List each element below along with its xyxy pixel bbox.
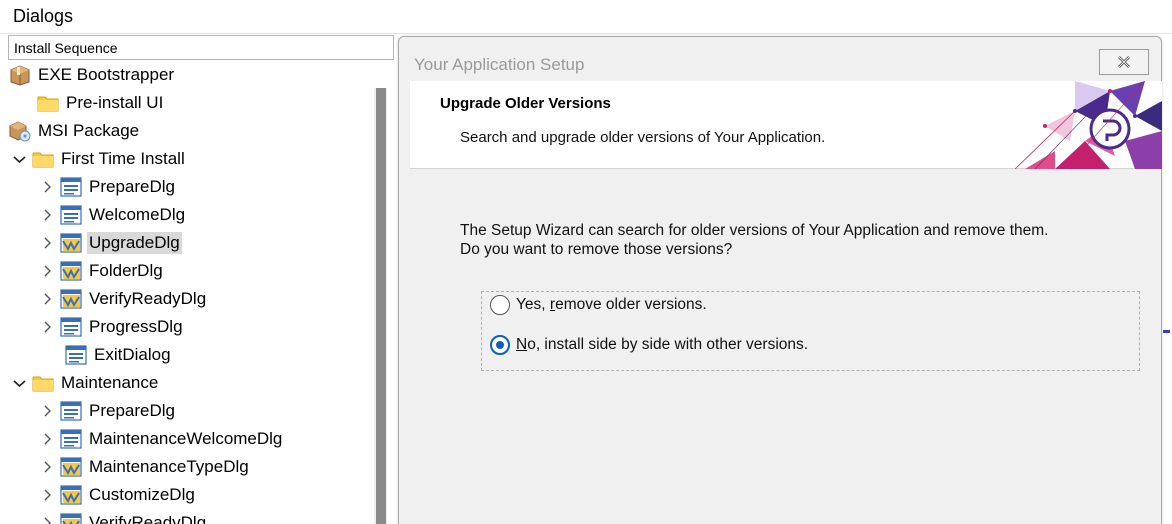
- tree-item[interactable]: EXE Bootstrapper: [8, 62, 176, 88]
- tree-item[interactable]: MSI Package: [8, 118, 141, 144]
- page-title: Dialogs: [13, 6, 74, 26]
- tree-item[interactable]: PrepareDlg: [40, 398, 177, 424]
- tree-item-label: Maintenance: [61, 373, 159, 392]
- dialog-icon: [59, 400, 83, 422]
- chevron-right-icon[interactable]: [40, 230, 54, 256]
- chevron-right-icon[interactable]: [40, 286, 54, 312]
- banner-logo-graphic: [1015, 81, 1162, 169]
- sequence-selector[interactable]: Install Sequence: [8, 35, 394, 60]
- tree-scrollbar-thumb[interactable]: [376, 88, 386, 524]
- tree-item-label: CustomizeDlg: [89, 485, 195, 504]
- tree-item-label: First Time Install: [61, 149, 185, 168]
- tree-item-label: EXE Bootstrapper: [38, 65, 175, 84]
- radio-button[interactable]: [490, 295, 510, 315]
- tree-item-label: Pre-install UI: [66, 93, 164, 112]
- tree-item[interactable]: ProgressDlg: [40, 314, 185, 340]
- chevron-down-icon[interactable]: [12, 370, 26, 396]
- dialog-icon: [59, 316, 83, 338]
- custom-dialog-icon: [59, 484, 83, 506]
- tree-item-label: PrepareDlg: [89, 401, 175, 420]
- close-icon: [1118, 56, 1130, 68]
- tree-item-label: VerifyReadyDlg: [89, 513, 207, 524]
- radio-button[interactable]: [490, 335, 510, 355]
- option-label: No, install side by side with other vers…: [516, 336, 808, 354]
- tree-item[interactable]: PrepareDlg: [40, 174, 177, 200]
- dialog-icon: [64, 344, 88, 366]
- tree-item-label: UpgradeDlg: [87, 232, 182, 254]
- chevron-right-icon[interactable]: [40, 174, 54, 200]
- tree-item[interactable]: VerifyReadyDlg: [40, 510, 208, 524]
- tree-item-label: MSI Package: [38, 121, 140, 140]
- description-line-1: The Setup Wizard can search for older ve…: [460, 222, 1049, 239]
- folder-icon: [36, 92, 60, 114]
- custom-dialog-icon: [59, 512, 83, 524]
- folder-icon: [31, 148, 55, 170]
- chevron-right-icon[interactable]: [40, 426, 54, 452]
- description-line-2: Do you want to remove those versions?: [460, 241, 733, 258]
- chevron-right-icon[interactable]: [40, 258, 54, 284]
- tree-item[interactable]: UpgradeDlg: [40, 230, 182, 256]
- tree-item[interactable]: First Time Install: [12, 146, 187, 172]
- tree-item-label: FolderDlg: [89, 261, 163, 280]
- header-divider: [0, 33, 1172, 34]
- tree-item[interactable]: MaintenanceTypeDlg: [40, 454, 251, 480]
- tree-item-label: PrepareDlg: [89, 177, 175, 196]
- tree-item[interactable]: Pre-install UI: [36, 90, 165, 116]
- chevron-right-icon[interactable]: [40, 398, 54, 424]
- dialog-tree: EXE Bootstrapper Pre-install UI MSI Packag…: [8, 62, 374, 524]
- custom-dialog-icon: [59, 456, 83, 478]
- option-label: Yes, remove older versions.: [516, 296, 707, 314]
- tree-item-label: VerifyReadyDlg: [89, 289, 207, 308]
- msi-package-icon: [8, 120, 32, 142]
- tree-item[interactable]: WelcomeDlg: [40, 202, 187, 228]
- dialog-icon: [59, 176, 83, 198]
- dialog-icon: [59, 428, 83, 450]
- tree-item-label: WelcomeDlg: [89, 205, 186, 224]
- folder-icon: [31, 372, 55, 394]
- dialog-title: Your Application Setup: [414, 55, 585, 74]
- custom-dialog-icon: [59, 260, 83, 282]
- custom-dialog-icon: [59, 288, 83, 310]
- package-icon: [8, 64, 32, 86]
- tree-item[interactable]: MaintenanceWelcomeDlg: [40, 426, 284, 452]
- tree-item[interactable]: CustomizeDlg: [40, 482, 197, 508]
- chevron-down-icon[interactable]: [12, 146, 26, 172]
- option-remove-older[interactable]: Yes, remove older versions.: [490, 295, 707, 315]
- dialog-description: The Setup Wizard can search for older ve…: [460, 221, 1048, 259]
- edge-marker: [1163, 330, 1170, 333]
- dialog-icon: [59, 204, 83, 226]
- tree-item-label: MaintenanceWelcomeDlg: [89, 429, 283, 448]
- chevron-right-icon[interactable]: [40, 454, 54, 480]
- custom-dialog-icon: [59, 232, 83, 254]
- option-label-suffix: o, install side by side with other versi…: [527, 336, 809, 353]
- tree-item-label: ExitDialog: [94, 345, 171, 364]
- chevron-right-icon[interactable]: [40, 510, 54, 524]
- chevron-right-icon[interactable]: [40, 202, 54, 228]
- tree-item-label: ProgressDlg: [89, 317, 183, 336]
- tree-item[interactable]: VerifyReadyDlg: [40, 286, 208, 312]
- tree-item[interactable]: FolderDlg: [40, 258, 165, 284]
- chevron-right-icon[interactable]: [40, 482, 54, 508]
- option-side-by-side[interactable]: No, install side by side with other vers…: [490, 335, 808, 355]
- dialog-preview: Your Application Setup Upgrade Older Ver…: [398, 36, 1162, 524]
- option-label-suffix: emove older versions.: [555, 296, 707, 313]
- dialog-close-button[interactable]: [1099, 49, 1149, 75]
- tree-item-label: MaintenanceTypeDlg: [89, 457, 249, 476]
- banner-title: Upgrade Older Versions: [440, 95, 611, 112]
- chevron-right-icon[interactable]: [40, 314, 54, 340]
- tree-item[interactable]: Maintenance: [12, 370, 160, 396]
- upgrade-option-group: Yes, remove older versions. No, install s…: [481, 291, 1140, 371]
- dialog-banner: Upgrade Older Versions Search and upgrad…: [410, 81, 1162, 169]
- banner-subtitle: Search and upgrade older versions of You…: [460, 129, 826, 146]
- tree-item[interactable]: ExitDialog: [64, 342, 173, 368]
- option-label-prefix: Yes,: [516, 296, 550, 313]
- option-access-key: N: [516, 336, 528, 353]
